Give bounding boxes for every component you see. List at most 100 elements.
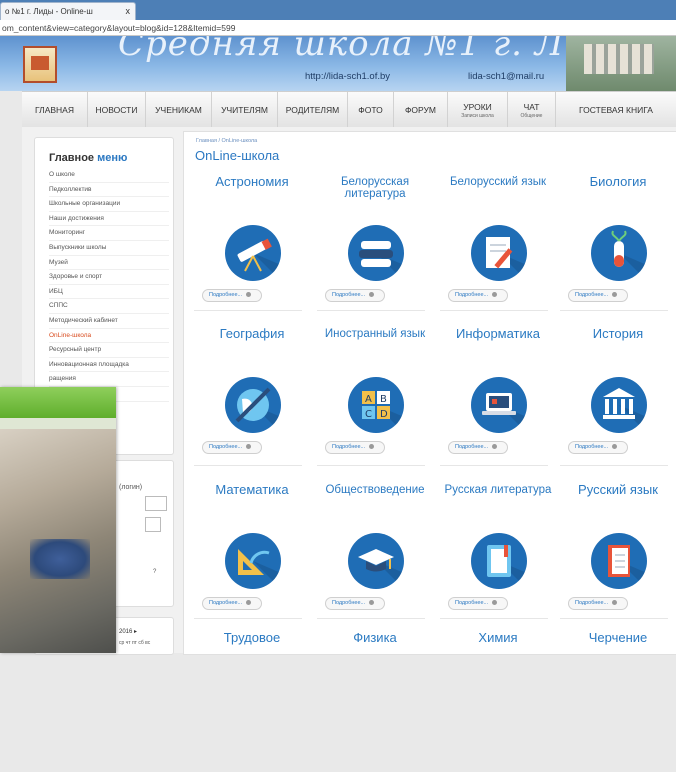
subject-title[interactable]: Белорусская литература	[315, 176, 435, 200]
breadcrumb[interactable]: Главная / OnLine-школа	[196, 138, 257, 144]
museum-icon[interactable]	[591, 377, 647, 433]
nav-item-label: ФОРУМ	[404, 105, 437, 115]
sidebar-item[interactable]: ращения	[49, 372, 169, 387]
nav-item-chat[interactable]: ЧАТ Общение	[508, 92, 556, 128]
school-building-image	[566, 36, 676, 91]
svg-text:A: A	[365, 394, 372, 405]
subject-title[interactable]: Биология	[558, 175, 676, 188]
more-button[interactable]: Подробнее...	[568, 289, 629, 302]
nav-item-students[interactable]: УЧЕНИКАМ	[146, 92, 212, 128]
sidebar-item[interactable]: Ресурсный центр	[49, 343, 169, 358]
sidebar-item[interactable]: Инновационная площадка	[49, 358, 169, 373]
site-email[interactable]: lida-sch1@mail.ru	[468, 71, 544, 82]
subject-card: История Подробнее...	[558, 327, 676, 468]
arrow-dot-icon	[492, 292, 498, 298]
sidebar-item[interactable]: OnLine-школа	[49, 329, 169, 344]
more-button[interactable]: Подробнее...	[448, 289, 509, 302]
more-button[interactable]: Подробнее...	[202, 597, 263, 610]
book-icon[interactable]	[471, 533, 527, 589]
sidebar-item[interactable]: Школьные организации	[49, 197, 169, 212]
more-button[interactable]: Подробнее...	[325, 441, 386, 454]
more-button[interactable]: Подробнее...	[448, 441, 509, 454]
more-button[interactable]: Подробнее...	[202, 441, 263, 454]
svg-text:D: D	[380, 409, 388, 420]
more-button-label: Подробнее...	[455, 444, 489, 450]
nav-item-forum[interactable]: ФОРУМ	[394, 92, 448, 128]
sidebar-item[interactable]: ИБЦ	[49, 285, 169, 300]
forgot-hint[interactable]: ?	[153, 569, 156, 575]
subject-title[interactable]: Информатика	[438, 327, 558, 340]
row-divider	[317, 310, 425, 311]
nav-item-news[interactable]: НОВОСТИ	[88, 92, 146, 128]
more-button-label: Подробнее...	[209, 292, 243, 298]
telescope-icon[interactable]	[225, 225, 281, 281]
subject-title[interactable]: Черчение	[558, 631, 676, 644]
subject-title[interactable]: Русский язык	[558, 483, 676, 496]
laptop-icon[interactable]	[471, 377, 527, 433]
sidebar-item[interactable]: Здоровье и спорт	[49, 270, 169, 285]
sidebar-item[interactable]: Методический кабинет	[49, 314, 169, 329]
calendar-title[interactable]: 2016 ▸	[119, 628, 137, 635]
main-menu-list: О школе Педколлектив Школьные организации Н…	[49, 168, 169, 402]
nav-item-sublabel: Общение	[520, 112, 543, 119]
arrow-dot-icon	[369, 600, 375, 606]
subject-title[interactable]: Белорусский язык	[438, 176, 558, 188]
close-tab-icon[interactable]: x	[126, 3, 131, 20]
subject-title[interactable]: История	[558, 327, 676, 340]
site-url[interactable]: http://lida-sch1.of.by	[305, 71, 390, 82]
subject-title[interactable]: Иностранный язык	[315, 328, 435, 340]
row-divider	[560, 465, 668, 466]
more-button[interactable]: Подробнее...	[325, 289, 386, 302]
nav-item-guestbook[interactable]: ГОСТЕВАЯ КНИГА	[556, 92, 676, 128]
more-button[interactable]: Подробнее...	[448, 597, 509, 610]
main-menu-heading-text: Главное	[49, 152, 95, 164]
sidebar-item[interactable]: Мониторинг	[49, 226, 169, 241]
more-button[interactable]: Подробнее...	[568, 441, 629, 454]
subject-title[interactable]: География	[192, 327, 312, 340]
row-divider	[440, 618, 548, 619]
globe-icon[interactable]	[225, 377, 281, 433]
ruler-protractor-icon[interactable]	[225, 533, 281, 589]
sidebar-item[interactable]: СППС	[49, 299, 169, 314]
browser-tab[interactable]: о №1 г. Лиды - Online-ш x	[0, 2, 136, 20]
subject-title[interactable]: Русская литература	[438, 484, 558, 496]
nav-item-sublabel: Записи школа	[461, 112, 494, 119]
more-button[interactable]: Подробнее...	[202, 289, 263, 302]
notebook-pen-icon[interactable]	[471, 225, 527, 281]
nav-item-lessons[interactable]: УРОКИ Записи школа	[448, 92, 508, 128]
notepad-icon[interactable]	[591, 533, 647, 589]
subject-title[interactable]: Химия	[438, 631, 558, 644]
subject-title[interactable]: Трудовое	[192, 631, 312, 644]
more-button[interactable]: Подробнее...	[568, 597, 629, 610]
arrow-dot-icon	[369, 292, 375, 298]
login-field[interactable]	[145, 496, 167, 511]
overlay-title-bar[interactable]	[0, 387, 116, 418]
sidebar-item[interactable]: Музей	[49, 256, 169, 271]
subject-title[interactable]: Физика	[315, 631, 435, 644]
overlapping-window	[0, 387, 116, 653]
sidebar-item[interactable]: Наши достижения	[49, 212, 169, 227]
nav-item-home[interactable]: ГЛАВНАЯ	[22, 92, 88, 128]
row-divider	[560, 310, 668, 311]
test-tube-icon[interactable]	[591, 225, 647, 281]
more-button[interactable]: Подробнее...	[325, 597, 386, 610]
arrow-dot-icon	[492, 600, 498, 606]
subject-card: Химия	[438, 631, 558, 772]
main-menu-heading-accent: меню	[97, 152, 128, 164]
nav-item-photo[interactable]: ФОТО	[348, 92, 394, 128]
school-crest-icon	[23, 46, 57, 83]
address-bar[interactable]: om_content&view=category&layout=blog&id=…	[0, 20, 676, 36]
subject-title[interactable]: Астрономия	[192, 175, 312, 188]
nav-item-parents[interactable]: РОДИТЕЛЯМ	[278, 92, 348, 128]
subject-title[interactable]: Математика	[192, 483, 312, 496]
sidebar-item[interactable]: О школе	[49, 168, 169, 183]
subject-title[interactable]: Обществоведение	[315, 484, 435, 496]
sidebar-item[interactable]: Педколлектив	[49, 183, 169, 198]
nav-item-teachers[interactable]: УЧИТЕЛЯМ	[212, 92, 278, 128]
abcd-blocks-icon[interactable]: ABCD	[348, 377, 404, 433]
password-field[interactable]	[145, 517, 161, 532]
books-icon[interactable]	[348, 225, 404, 281]
nav-item-label: ГЛАВНАЯ	[35, 105, 74, 115]
sidebar-item[interactable]: Выпускники школы	[49, 241, 169, 256]
graduation-cap-icon[interactable]	[348, 533, 404, 589]
